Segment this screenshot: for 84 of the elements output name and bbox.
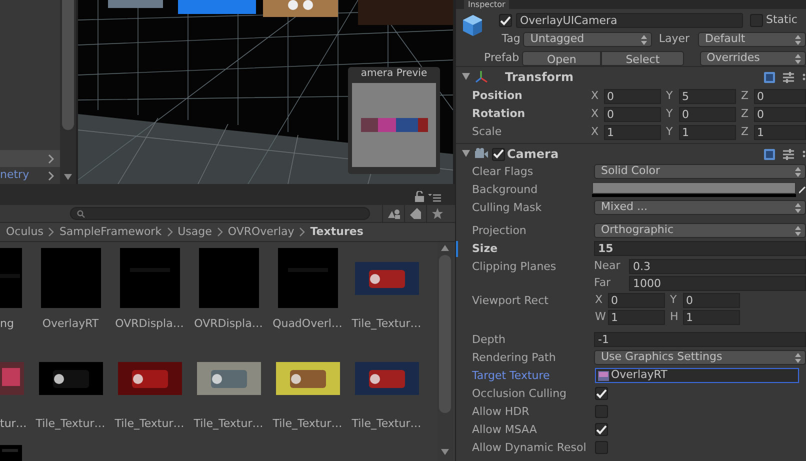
asset-item[interactable]: QuadOverl… (268, 245, 347, 345)
breadcrumb-link[interactable]: Usage (178, 224, 212, 240)
dropdown[interactable]: Use Graphics Settings (594, 350, 806, 365)
field-label: Scale (471, 124, 503, 140)
number-field[interactable]: 1 (683, 310, 740, 325)
prefab-button[interactable]: Select (601, 51, 684, 66)
field-label: Far (594, 275, 612, 292)
axis-label: H (670, 309, 680, 326)
field-label: Occlusion Culling (471, 386, 568, 402)
number-field[interactable]: 0 (679, 106, 736, 122)
field-label: Clear Flags (471, 164, 534, 180)
field-label: Allow HDR (471, 404, 530, 420)
field-label: Clipping Planes (471, 259, 558, 275)
field-label: Rotation (471, 106, 526, 122)
axis-label: Z (741, 88, 750, 104)
asset-item[interactable]: OVRDispla… (110, 245, 189, 345)
axis-label: X (591, 88, 600, 104)
field-label: Size (471, 241, 499, 257)
static-label: Static (766, 12, 798, 28)
axis-label: X (591, 106, 600, 122)
axis-label: Y (670, 292, 678, 308)
field-label: Culling Mask (471, 200, 543, 216)
axis-label: Y (666, 124, 674, 140)
asset-item[interactable]: Tile_Textur… (189, 345, 268, 445)
field-label: Position (471, 88, 524, 104)
number-field[interactable]: 0 (608, 293, 665, 308)
number-field[interactable]: 1 (608, 310, 665, 325)
file-label: tur… (0, 416, 27, 432)
number-field[interactable]: 15 (594, 241, 806, 256)
asset-item[interactable]: Tile_Textur… (347, 245, 426, 345)
number-field[interactable]: 0 (604, 88, 661, 104)
breadcrumb-link[interactable]: Oculus (6, 224, 44, 240)
field-label: Allow MSAA (471, 422, 538, 438)
dropdown[interactable]: Mixed ... (594, 200, 806, 215)
tag-dropdown[interactable]: Untagged (523, 32, 652, 47)
number-field[interactable]: 5 (679, 88, 736, 104)
object-field[interactable]: OverlayRT (595, 368, 799, 383)
breadcrumb-link[interactable]: OVROverlay (228, 224, 294, 240)
breadcrumb-link[interactable]: SampleFramework (59, 224, 162, 240)
dropdown[interactable]: Solid Color (594, 164, 806, 179)
file-label: ng (0, 316, 14, 332)
field-label: Allow Dynamic Resol (471, 440, 588, 456)
number-field[interactable]: 0 (754, 88, 806, 104)
prefab-label: Prefab (483, 50, 520, 66)
field-label: Projection (471, 223, 528, 239)
field-label: Viewport Rect (471, 293, 550, 309)
asset-item[interactable]: Tile_Textur… (110, 345, 189, 445)
axis-label: X (591, 124, 600, 140)
component-title: Transform (505, 69, 574, 86)
breadcrumb-link[interactable]: Textures (310, 224, 364, 240)
axis-label: Z (741, 106, 750, 122)
overrides-dropdown[interactable]: Overrides (700, 51, 806, 66)
field-label: Depth (471, 332, 507, 348)
axis-label: Y (666, 106, 674, 122)
axis-label: X (595, 292, 604, 308)
component-title: Camera (507, 146, 559, 163)
layer-dropdown[interactable]: Default (698, 32, 806, 47)
number-field[interactable]: 0 (604, 106, 661, 122)
number-field[interactable]: 0 (683, 293, 740, 308)
number-field[interactable]: 1 (604, 124, 661, 140)
prefab-button[interactable]: Open (522, 51, 602, 66)
asset-item[interactable]: Tile_Textur… (268, 345, 347, 445)
name-field[interactable]: OverlayUICamera (516, 13, 743, 28)
number-field[interactable]: 1000 (629, 276, 806, 291)
field-label: Near (594, 258, 622, 274)
field-label: Background (471, 182, 539, 198)
number-field[interactable]: 1 (679, 124, 736, 140)
inspector-tab[interactable]: Inspector (464, 0, 510, 9)
axis-label: Z (741, 124, 750, 140)
asset-item[interactable]: OVRDispla… (189, 245, 268, 345)
field-label: Target Texture (471, 368, 551, 384)
number-field[interactable]: 0 (754, 106, 806, 122)
layer-label: Layer (658, 31, 691, 48)
asset-item[interactable]: OverlayRT (31, 245, 110, 345)
number-field[interactable]: -1 (594, 332, 806, 347)
axis-label: W (595, 309, 607, 326)
dropdown[interactable]: Orthographic (594, 223, 806, 238)
axis-label: Y (666, 88, 674, 104)
number-field[interactable]: 0.3 (629, 259, 806, 274)
asset-item[interactable]: Tile_Textur… (31, 345, 110, 445)
field-label: Rendering Path (471, 350, 557, 366)
number-field[interactable]: 1 (754, 124, 806, 140)
tag-label: Tag (500, 31, 522, 48)
asset-item[interactable]: Tile_Textur… (347, 345, 426, 445)
